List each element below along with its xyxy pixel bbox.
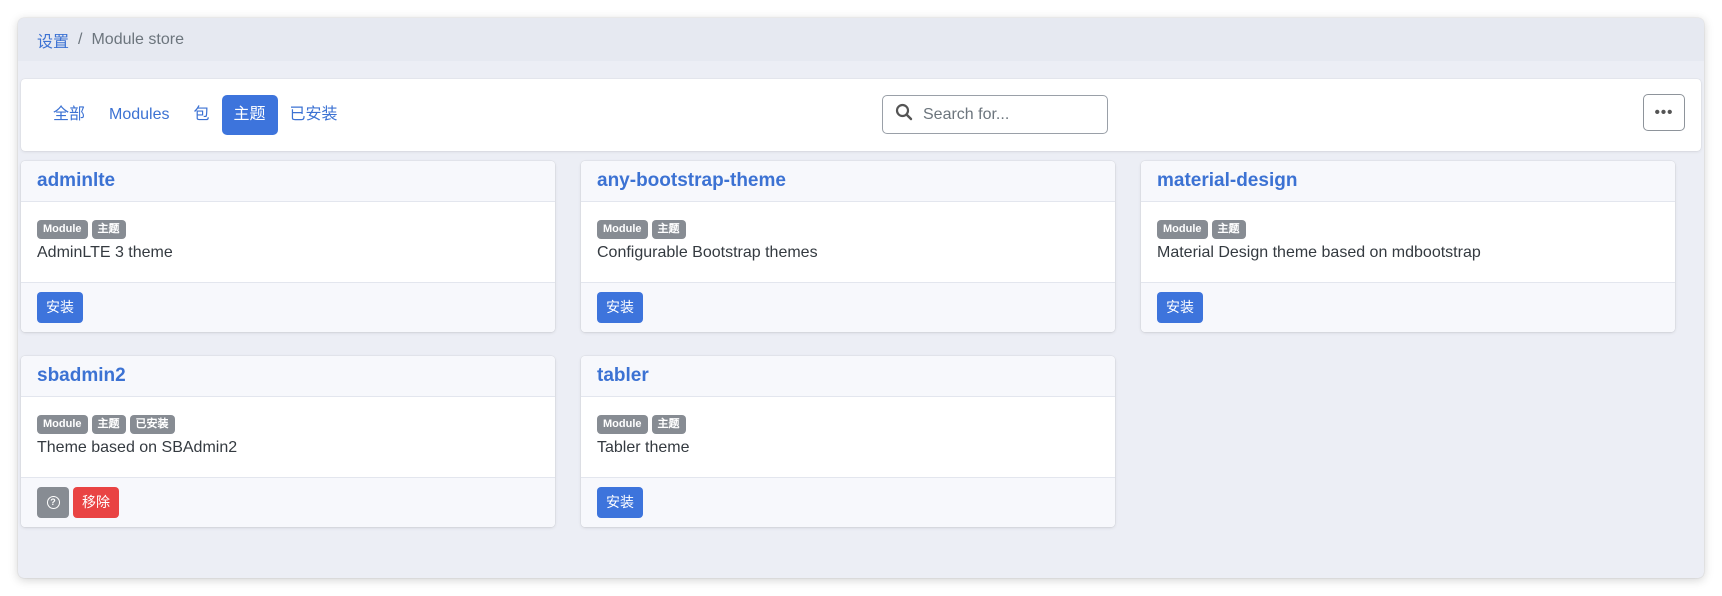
module-description: AdminLTE 3 theme	[37, 244, 173, 261]
help-button[interactable]: ?	[37, 487, 69, 518]
tab-installed[interactable]: 已安装	[278, 95, 350, 135]
breadcrumb-current: Module store	[91, 30, 184, 48]
breadcrumb: 设置 / Module store	[18, 18, 1704, 61]
module-title-link[interactable]: any-bootstrap-theme	[597, 170, 786, 192]
type-badge: Module	[37, 220, 88, 239]
badge-group: Module 主题	[1157, 220, 1659, 239]
type-badge: Module	[597, 415, 648, 434]
card-footer: 安装	[21, 282, 555, 332]
card-body: Module 主题 Tabler theme	[581, 397, 1115, 477]
module-card: sbadmin2 Module 主题 已安装 Theme based on SB…	[21, 356, 555, 527]
question-circle-icon: ?	[46, 496, 60, 509]
card-header: sbadmin2	[21, 356, 555, 397]
card-body: Module 主题 Material Design theme based on…	[1141, 202, 1675, 282]
category-badge: 主题	[651, 415, 686, 434]
tab-themes[interactable]: 主题	[221, 95, 278, 135]
more-options-button[interactable]: •••	[1643, 94, 1685, 131]
category-badge: 主题	[91, 220, 126, 239]
category-badge: 主题	[1211, 220, 1246, 239]
module-card: tabler Module 主题 Tabler theme 安装	[581, 356, 1115, 527]
install-button[interactable]: 安装	[597, 292, 643, 323]
badge-group: Module 主题	[597, 220, 1099, 239]
ellipsis-icon: •••	[1654, 104, 1674, 121]
type-badge: Module	[1157, 220, 1208, 239]
card-header: adminlte	[21, 161, 555, 202]
filter-toolbar: 全部 Modules 包 主题 已安装 •••	[21, 79, 1701, 151]
filter-tabs: 全部 Modules 包 主题 已安装	[41, 95, 350, 135]
tab-all[interactable]: 全部	[41, 95, 97, 135]
module-description: Tabler theme	[597, 439, 690, 456]
module-title-link[interactable]: adminlte	[37, 170, 115, 192]
module-description: Material Design theme based on mdbootstr…	[1157, 244, 1481, 261]
card-header: material-design	[1141, 161, 1675, 202]
card-footer: 安装	[581, 282, 1115, 332]
card-footer: ? 移除	[21, 477, 555, 527]
breadcrumb-settings-link[interactable]: 设置	[37, 28, 69, 52]
card-body: Module 主题 AdminLTE 3 theme	[21, 202, 555, 282]
card-body: Module 主题 已安装 Theme based on SBAdmin2	[21, 397, 555, 477]
module-card: adminlte Module 主题 AdminLTE 3 theme 安装	[21, 161, 555, 332]
badge-group: Module 主题 已安装	[37, 415, 539, 434]
tab-modules[interactable]: Modules	[97, 95, 181, 135]
badge-group: Module 主题	[37, 220, 539, 239]
type-badge: Module	[37, 415, 88, 434]
card-footer: 安装	[581, 477, 1115, 527]
install-button[interactable]: 安装	[37, 292, 83, 323]
module-title-link[interactable]: material-design	[1157, 170, 1297, 192]
install-button[interactable]: 安装	[1157, 292, 1203, 323]
module-title-link[interactable]: tabler	[597, 365, 649, 387]
remove-button[interactable]: 移除	[73, 487, 119, 518]
search-box	[882, 95, 1108, 134]
breadcrumb-separator: /	[78, 30, 83, 48]
install-button[interactable]: 安装	[597, 487, 643, 518]
category-badge: 主题	[651, 220, 686, 239]
card-header: any-bootstrap-theme	[581, 161, 1115, 202]
card-footer: 安装	[1141, 282, 1675, 332]
module-card: material-design Module 主题 Material Desig…	[1141, 161, 1675, 332]
search-icon	[895, 103, 913, 126]
module-store-window: 设置 / Module store 全部 Modules 包 主题 已安装 ••…	[18, 18, 1704, 578]
module-card: any-bootstrap-theme Module 主题 Configurab…	[581, 161, 1115, 332]
module-description: Theme based on SBAdmin2	[37, 439, 238, 456]
installed-badge: 已安装	[129, 415, 175, 434]
tab-packages[interactable]: 包	[182, 95, 222, 135]
module-title-link[interactable]: sbadmin2	[37, 365, 126, 387]
category-badge: 主题	[91, 415, 126, 434]
type-badge: Module	[597, 220, 648, 239]
badge-group: Module 主题	[597, 415, 1099, 434]
search-input[interactable]	[923, 105, 1093, 124]
module-description: Configurable Bootstrap themes	[597, 244, 818, 261]
card-body: Module 主题 Configurable Bootstrap themes	[581, 202, 1115, 282]
card-header: tabler	[581, 356, 1115, 397]
